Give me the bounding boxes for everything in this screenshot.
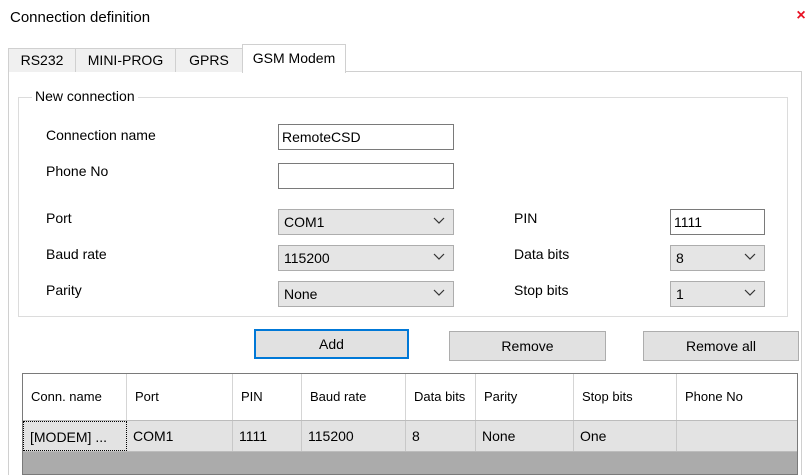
table-row[interactable]: [MODEM] ... COM1 1111 115200 8 None One <box>23 420 797 452</box>
connection-name-label: Connection name <box>46 127 156 143</box>
cell-conn-name[interactable]: [MODEM] ... <box>23 421 127 451</box>
cell-parity[interactable]: None <box>476 421 574 451</box>
pin-field[interactable]: 1111 <box>670 209 765 235</box>
tab-gsm-modem[interactable]: GSM Modem <box>242 44 346 73</box>
remove-all-button[interactable]: Remove all <box>643 331 799 361</box>
data-bits-select[interactable]: 8 <box>670 245 765 271</box>
group-legend: New connection <box>32 88 138 104</box>
close-icon[interactable]: × <box>792 0 810 32</box>
chevron-down-icon <box>744 253 756 260</box>
connections-grid[interactable]: Conn. name Port PIN Baud rate Data bits … <box>22 373 798 475</box>
column-header-pin[interactable]: PIN <box>233 374 302 420</box>
cell-port[interactable]: COM1 <box>127 421 233 451</box>
parity-value: None <box>284 286 318 302</box>
cell-phone-no[interactable] <box>677 421 797 451</box>
baud-rate-label: Baud rate <box>46 246 107 262</box>
chevron-down-icon <box>433 217 445 224</box>
connection-name-field[interactable]: RemoteCSD <box>278 124 454 150</box>
pin-label: PIN <box>514 210 538 226</box>
stop-bits-value: 1 <box>676 286 684 302</box>
tab-rs232[interactable]: RS232 <box>8 48 76 72</box>
column-header-port[interactable]: Port <box>127 374 233 420</box>
port-select[interactable]: COM1 <box>278 209 454 235</box>
parity-select[interactable]: None <box>278 281 454 307</box>
baud-rate-select[interactable]: 115200 <box>278 245 454 271</box>
column-header-conn-name[interactable]: Conn. name <box>23 374 127 420</box>
phone-no-label: Phone No <box>46 163 109 179</box>
column-header-baud-rate[interactable]: Baud rate <box>302 374 406 420</box>
title-bar: Connection definition × <box>0 0 810 36</box>
data-bits-label: Data bits <box>514 246 570 262</box>
chevron-down-icon <box>744 289 756 296</box>
tab-gprs[interactable]: GPRS <box>175 48 243 72</box>
column-header-data-bits[interactable]: Data bits <box>406 374 476 420</box>
remove-button[interactable]: Remove <box>449 331 606 361</box>
data-bits-value: 8 <box>676 250 684 266</box>
port-value: COM1 <box>284 214 325 230</box>
cell-stop-bits[interactable]: One <box>574 421 677 451</box>
cell-pin[interactable]: 1111 <box>233 421 302 451</box>
chevron-down-icon <box>433 289 445 296</box>
grid-header: Conn. name Port PIN Baud rate Data bits … <box>23 374 797 420</box>
baud-rate-value: 115200 <box>284 250 330 266</box>
tab-mini-prog[interactable]: MINI-PROG <box>75 48 176 72</box>
cell-baud-rate[interactable]: 115200 <box>302 421 406 451</box>
parity-label: Parity <box>46 282 82 298</box>
add-button[interactable]: Add <box>254 329 409 359</box>
cell-data-bits[interactable]: 8 <box>406 421 476 451</box>
stop-bits-label: Stop bits <box>514 282 569 298</box>
chevron-down-icon <box>433 253 445 260</box>
column-header-stop-bits[interactable]: Stop bits <box>574 374 677 420</box>
stop-bits-select[interactable]: 1 <box>670 281 765 307</box>
column-header-parity[interactable]: Parity <box>476 374 574 420</box>
window-title: Connection definition <box>10 9 151 26</box>
column-header-phone-no[interactable]: Phone No <box>677 374 797 420</box>
phone-no-field[interactable] <box>278 163 454 189</box>
port-label: Port <box>46 210 72 226</box>
connection-definition-window: Connection definition × RS232 MINI-PROG … <box>0 0 810 475</box>
